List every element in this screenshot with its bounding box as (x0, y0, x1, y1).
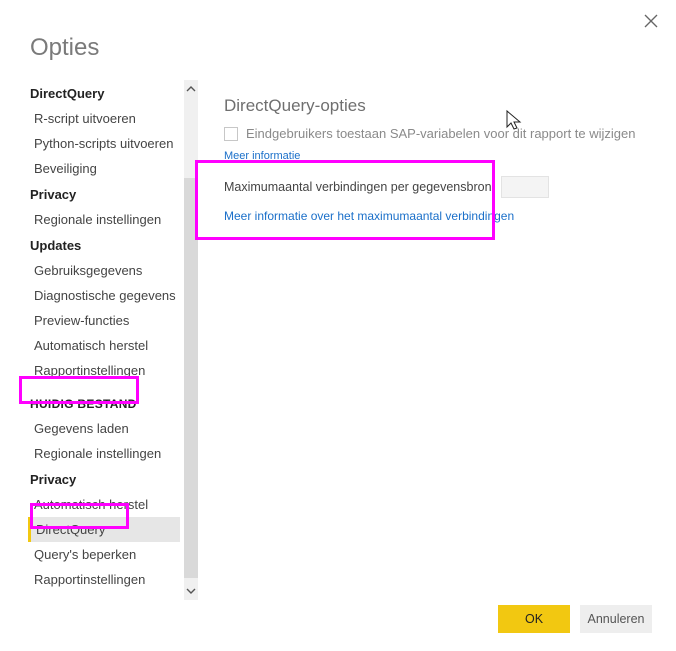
close-icon (644, 14, 658, 28)
sidebar-item-usage[interactable]: Gebruiksgegevens (28, 258, 180, 283)
sidebar-head-privacy2[interactable]: Privacy (28, 466, 180, 492)
sidebar-item-regional[interactable]: Regionale instellingen (28, 207, 180, 232)
sidebar-item-directquery-current[interactable]: DirectQuery (28, 517, 180, 542)
sidebar: DirectQuery R-script uitvoeren Python-sc… (28, 80, 180, 600)
sidebar-item-report2[interactable]: Rapportinstellingen (28, 567, 180, 592)
sidebar-head-updates[interactable]: Updates (28, 232, 180, 258)
chevron-down-icon (186, 586, 196, 596)
ok-button[interactable]: OK (498, 605, 570, 633)
max-connections-row: Maximumaantal verbindingen per gegevensb… (224, 176, 654, 198)
sidebar-container: DirectQuery R-script uitvoeren Python-sc… (28, 80, 198, 600)
max-connections-input[interactable] (501, 176, 549, 198)
sidebar-item-regional2[interactable]: Regionale instellingen (28, 441, 180, 466)
sidebar-item-autorecover[interactable]: Automatisch herstel (28, 333, 180, 358)
sidebar-item-rscript[interactable]: R-script uitvoeren (28, 106, 180, 131)
sidebar-item-dataload[interactable]: Gegevens laden (28, 416, 180, 441)
max-connections-label: Maximumaantal verbindingen per gegevensb… (224, 180, 495, 194)
sidebar-item-report[interactable]: Rapportinstellingen (28, 358, 180, 383)
sidebar-section-current-file: HUIDIG BESTAND (28, 383, 180, 416)
sidebar-head-privacy[interactable]: Privacy (28, 181, 180, 207)
scroll-up-button[interactable] (184, 80, 198, 98)
content-panel: DirectQuery-opties Eindgebruikers toesta… (198, 80, 654, 600)
sidebar-item-security[interactable]: Beveiliging (28, 156, 180, 181)
close-button[interactable] (640, 10, 662, 32)
options-dialog: Opties DirectQuery R-script uitvoeren Py… (0, 0, 676, 651)
sidebar-item-python[interactable]: Python-scripts uitvoeren (28, 131, 180, 156)
dialog-body: DirectQuery R-script uitvoeren Python-sc… (28, 80, 654, 600)
sidebar-scrollbar[interactable] (184, 80, 198, 600)
sidebar-item-restrict-queries[interactable]: Query's beperken (28, 542, 180, 567)
checkbox-label: Eindgebruikers toestaan SAP-variabelen v… (246, 126, 636, 141)
sidebar-head-directquery[interactable]: DirectQuery (28, 80, 180, 106)
chevron-up-icon (186, 84, 196, 94)
section-heading: DirectQuery-opties (224, 96, 654, 116)
sidebar-item-diagnostics[interactable]: Diagnostische gegevens (28, 283, 180, 308)
cancel-button[interactable]: Annuleren (580, 605, 652, 633)
checkbox-sap-variables[interactable] (224, 127, 238, 141)
scroll-down-button[interactable] (184, 582, 198, 600)
sidebar-item-preview[interactable]: Preview-functies (28, 308, 180, 333)
more-info-link-short[interactable]: Meer informatie (224, 150, 300, 162)
sap-variables-row[interactable]: Eindgebruikers toestaan SAP-variabelen v… (224, 126, 654, 141)
scroll-thumb[interactable] (184, 178, 198, 578)
dialog-title: Opties (30, 34, 654, 62)
more-info-max-connections-link[interactable]: Meer informatie over het maximumaantal v… (224, 209, 514, 223)
dialog-footer: OK Annuleren (498, 605, 652, 633)
sidebar-item-autorecover2[interactable]: Automatisch herstel (28, 492, 180, 517)
cursor-icon (503, 109, 525, 131)
